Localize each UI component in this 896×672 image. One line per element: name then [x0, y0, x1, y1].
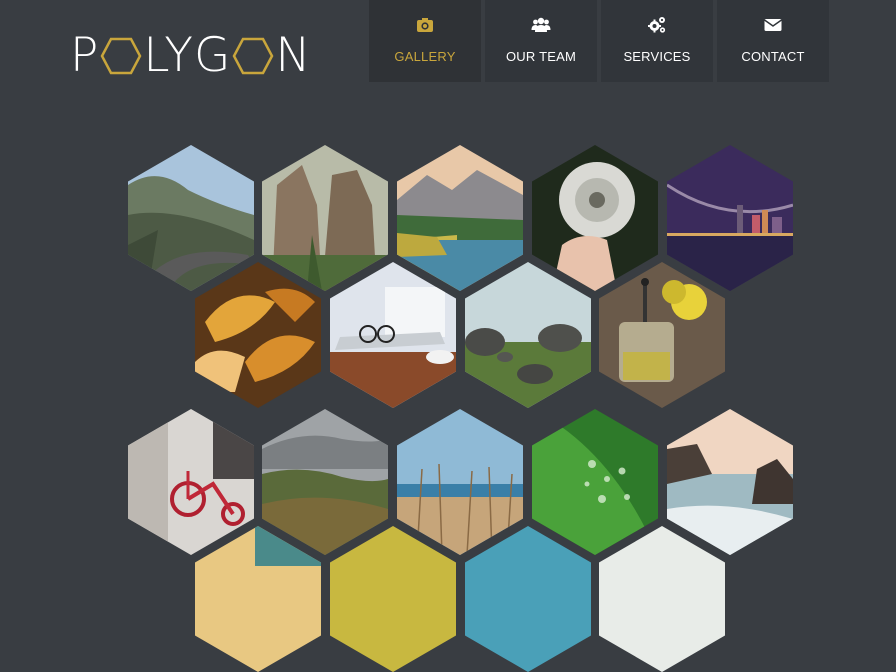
gallery-tile-city-bridge-night[interactable]: [667, 145, 793, 291]
gallery-tile-partial-4[interactable]: [599, 526, 725, 672]
gallery-tile-autumn-leaves[interactable]: [195, 262, 321, 408]
gallery-tile-green-hills[interactable]: [262, 409, 388, 555]
gallery-tile-mountain-road[interactable]: [128, 145, 254, 291]
gallery-tile-stones-field[interactable]: [465, 262, 591, 408]
gallery-tile-rock-cliffs[interactable]: [262, 145, 388, 291]
hex-gallery: [0, 0, 896, 672]
gallery-tile-partial-3[interactable]: [465, 526, 591, 672]
gallery-tile-water-drops-leaf[interactable]: [532, 409, 658, 555]
gallery-tile-grass-sea[interactable]: [397, 409, 523, 555]
gallery-tile-red-tricycle[interactable]: [128, 409, 254, 555]
gallery-tile-lake-forest[interactable]: [397, 145, 523, 291]
gallery-tile-desk-glasses[interactable]: [330, 262, 456, 408]
gallery-tile-partial-2[interactable]: [330, 526, 456, 672]
gallery-tile-partial-1[interactable]: [195, 526, 321, 672]
gallery-tile-rocky-coast[interactable]: [667, 409, 793, 555]
gallery-tile-dandelion-hand[interactable]: [532, 145, 658, 291]
gallery-tile-tea-press[interactable]: [599, 262, 725, 408]
